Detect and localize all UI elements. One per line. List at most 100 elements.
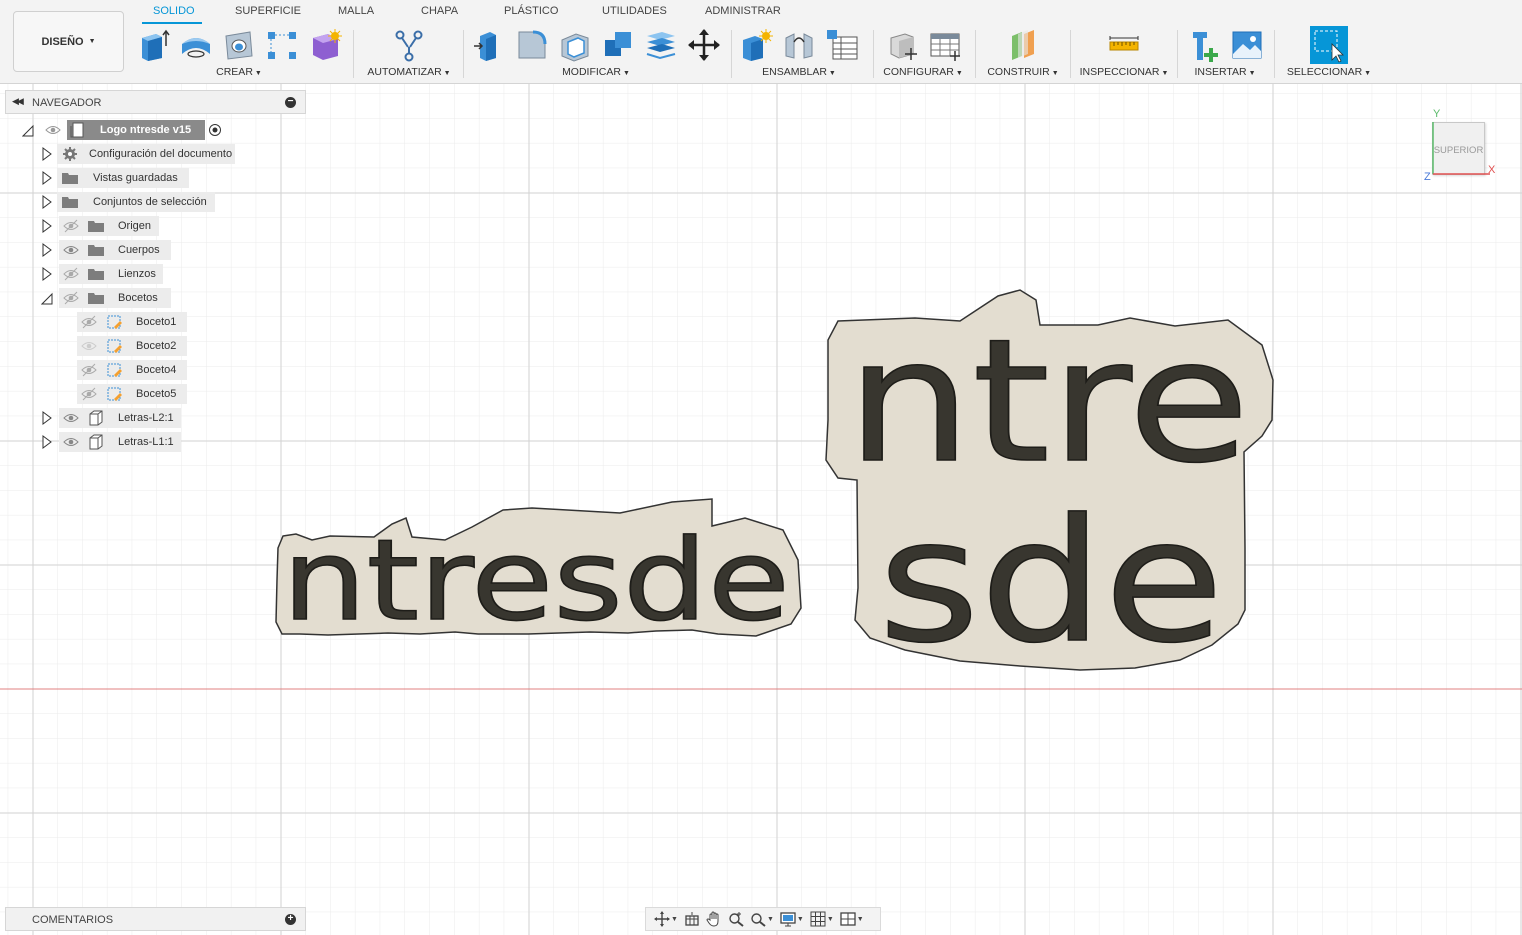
select-icon[interactable] — [1310, 26, 1348, 64]
expand-triangle-icon[interactable] — [41, 168, 53, 188]
insert-mcmaster-icon[interactable] — [1187, 28, 1221, 62]
browser-item-bocetos[interactable]: Bocetos — [5, 288, 245, 308]
orbit-icon — [654, 911, 670, 927]
hole-icon[interactable] — [222, 28, 256, 62]
tab-utilidades[interactable]: UTILIDADES — [602, 5, 667, 17]
modificar-menu[interactable]: MODIFICAR ▼ — [468, 66, 724, 78]
browser-item-configuracion[interactable]: Configuración del documento — [5, 144, 245, 164]
automatizar-menu[interactable]: AUTOMATIZAR ▼ — [361, 66, 457, 78]
viewcube-axes — [1432, 122, 1490, 175]
crear-menu[interactable]: CREAR ▼ — [133, 66, 345, 78]
fillet-icon[interactable] — [515, 28, 549, 62]
chevron-down-icon: ▼ — [828, 70, 836, 77]
insert-canvas-icon[interactable] — [1230, 28, 1264, 62]
tab-superficie[interactable]: SUPERFICIE — [235, 5, 301, 17]
collapse-panel-icon[interactable]: ◀◀ — [12, 96, 24, 107]
expand-triangle-icon[interactable] — [41, 216, 53, 236]
split-body-icon[interactable] — [644, 28, 678, 62]
ensamblar-menu[interactable]: ENSAMBLAR ▼ — [733, 66, 865, 78]
browser-item-boceto2[interactable]: Boceto2 — [5, 336, 245, 356]
browser-item-letras-l1[interactable]: Letras-L1:1 — [5, 432, 245, 452]
browser-item-boceto5[interactable]: Boceto5 — [5, 384, 245, 404]
expand-triangle-icon[interactable] — [41, 264, 53, 284]
eye-hidden-icon[interactable] — [63, 264, 79, 284]
eye-hidden-icon[interactable] — [63, 216, 79, 236]
new-component-icon[interactable] — [739, 28, 773, 62]
eye-hidden-icon[interactable] — [81, 360, 97, 380]
bill-of-materials-icon[interactable] — [825, 28, 859, 62]
configurar-menu[interactable]: CONFIGURAR ▼ — [878, 66, 968, 78]
construir-menu[interactable]: CONSTRUIR ▼ — [980, 66, 1066, 78]
browser-item-origen[interactable]: Origen — [5, 216, 245, 236]
press-pull-icon[interactable] — [472, 28, 506, 62]
logo-stacked[interactable]: ntre sde — [825, 289, 1274, 682]
extrude-icon[interactable] — [136, 28, 170, 62]
automate-icon[interactable] — [392, 28, 426, 62]
look-at-button[interactable] — [682, 909, 702, 929]
rectangular-pattern-icon[interactable] — [265, 28, 299, 62]
eye-hidden-icon[interactable] — [81, 384, 97, 404]
grid-settings-button[interactable]: ▼ — [808, 909, 836, 929]
browser-item-letras-l2[interactable]: Letras-L2:1 — [5, 408, 245, 428]
browser-item-vistas[interactable]: Vistas guardadas — [5, 168, 245, 188]
insertar-menu[interactable]: INSERTAR ▼ — [1182, 66, 1268, 78]
seleccionar-menu[interactable]: SELECCIONAR ▼ — [1284, 66, 1374, 78]
tab-solido[interactable]: SOLIDO — [153, 5, 195, 17]
group-ensamblar: ENSAMBLAR ▼ — [733, 26, 865, 82]
construction-plane-icon[interactable] — [1006, 28, 1040, 62]
logo-wide[interactable]: ntresde — [275, 498, 802, 647]
pan-button[interactable] — [704, 909, 724, 929]
eye-icon[interactable] — [63, 432, 79, 452]
configurar-label: CONFIGURAR — [883, 66, 954, 78]
expand-triangle-icon[interactable] — [41, 432, 53, 452]
expand-triangle-icon[interactable] — [41, 408, 53, 428]
inspeccionar-menu[interactable]: INSPECCIONAR ▼ — [1075, 66, 1173, 78]
combine-icon[interactable] — [601, 28, 635, 62]
form-icon[interactable] — [308, 28, 342, 62]
expand-triangle-icon[interactable] — [41, 192, 53, 212]
tab-malla[interactable]: MALLA — [338, 5, 374, 17]
browser-item-cuerpos[interactable]: Cuerpos — [5, 240, 245, 260]
viewports-button[interactable]: ▼ — [838, 909, 866, 929]
tab-plastico[interactable]: PLÁSTICO — [504, 5, 558, 17]
browser-minimize-button[interactable]: − — [285, 97, 296, 108]
eye-hidden-icon[interactable] — [63, 288, 79, 308]
zoom-button[interactable] — [726, 909, 746, 929]
chevron-down-icon: ▼ — [766, 915, 774, 923]
configuration-table-icon[interactable] — [928, 28, 962, 62]
eye-icon[interactable] — [63, 408, 79, 428]
revolve-icon[interactable] — [179, 28, 213, 62]
browser-item-conjuntos[interactable]: Conjuntos de selección — [5, 192, 245, 212]
tab-chapa[interactable]: CHAPA — [421, 5, 458, 17]
browser-root-row[interactable]: Logo ntresde v15 — [5, 120, 245, 140]
browser-item-lienzos[interactable]: Lienzos — [5, 264, 245, 284]
shell-icon[interactable] — [558, 28, 592, 62]
joint-icon[interactable] — [782, 28, 816, 62]
orbit-button[interactable]: ▼ — [652, 909, 680, 929]
workspace-switcher[interactable]: DISEÑO ▼ — [13, 11, 124, 72]
fit-button[interactable]: ▼ — [748, 909, 776, 929]
comments-panel[interactable]: COMENTARIOS + — [5, 907, 306, 931]
comments-add-button[interactable]: + — [285, 914, 296, 925]
viewcube[interactable]: SUPERIOR Y X Z — [1420, 108, 1502, 184]
collapse-triangle-icon[interactable] — [22, 120, 34, 140]
measure-icon[interactable] — [1107, 28, 1141, 62]
eye-icon[interactable] — [45, 120, 61, 140]
display-settings-button[interactable]: ▼ — [778, 909, 806, 929]
tab-administrar[interactable]: ADMINISTRAR — [705, 5, 781, 17]
move-icon[interactable] — [687, 28, 721, 62]
activate-radio-icon[interactable] — [208, 123, 222, 137]
browser-panel: ◀◀ NAVEGADOR − Logo ntresde v15 Configur… — [5, 90, 306, 461]
eye-icon[interactable] — [81, 336, 97, 356]
component-icon — [89, 410, 103, 426]
logo-stacked-bottom-text: sde — [878, 483, 1224, 681]
comments-title: COMENTARIOS — [32, 914, 114, 926]
expand-triangle-icon[interactable] — [41, 144, 53, 164]
expand-triangle-icon[interactable] — [41, 240, 53, 260]
browser-item-boceto1[interactable]: Boceto1 — [5, 312, 245, 332]
configure-icon[interactable] — [885, 28, 919, 62]
eye-icon[interactable] — [63, 240, 79, 260]
collapse-triangle-icon[interactable] — [41, 288, 53, 308]
browser-item-boceto4[interactable]: Boceto4 — [5, 360, 245, 380]
eye-hidden-icon[interactable] — [81, 312, 97, 332]
